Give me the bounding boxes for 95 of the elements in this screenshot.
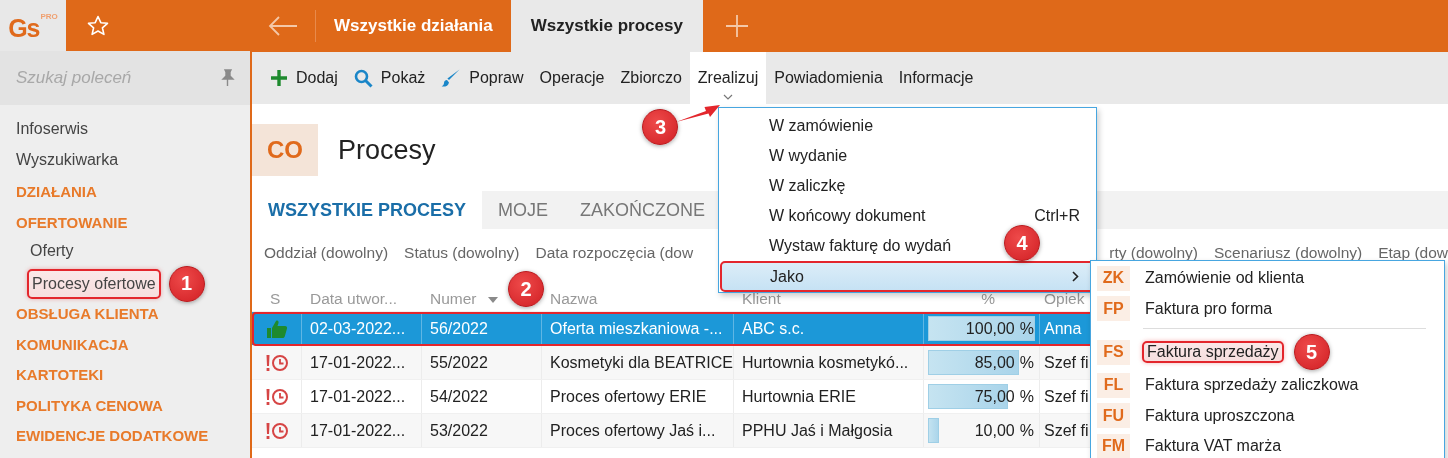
filter-dropdown[interactable]: Status (dowolny) [404,244,520,262]
table-cell: 56/2022 [422,312,542,345]
filter-dropdown[interactable]: Oddział (dowolny) [264,244,389,262]
toolbar-button[interactable]: Operacje [531,52,613,104]
percent-value: 10,00 [974,421,1015,440]
menu-item-label: Faktura sprzedaży zaliczkowa [1144,376,1360,395]
tab[interactable]: Wszystkie procesy [510,0,703,52]
callout-number: 2 [508,271,544,307]
document-type-badge: ZK [1097,265,1130,291]
shortcut-label: Ctrl+R [1034,207,1080,225]
table-cell: Proces ofertowy ERIE [542,380,734,413]
table-cell: 17-01-2022... [302,346,422,379]
menu-item[interactable]: FL Faktura sprzedaży zaliczkowa [1097,370,1362,401]
nav-link[interactable]: Wyszukiwarka [16,146,119,173]
callout-number: 1 [168,265,205,302]
table-cell: Hurtownia ERIE [734,380,924,413]
sort-caret-icon [488,297,498,303]
table-cell-text: Szef fi [1043,420,1090,441]
menu-item-label: Faktura sprzedaży [1142,341,1284,363]
table-cell: 02-03-2022... [302,312,422,345]
table-cell: ABC s.c. [734,312,924,345]
module-badge: CO [252,124,318,176]
percent-unit: % [1019,319,1035,338]
menu-item[interactable]: W wydanie [769,147,848,164]
table-cell: PPHU Jaś i Małgosia [734,414,924,447]
new-tab-icon[interactable] [724,14,749,38]
menu-item[interactable]: W końcowy dokument [769,207,926,224]
edition-label: PRO [40,12,58,21]
callout-number: 5 [1293,334,1330,370]
pointer-arrow [676,105,721,123]
nav-link[interactable]: Infoserwis [16,116,89,142]
table-cell: 53/2022 [422,414,542,447]
menu-item-label: Zamówienie od klienta [1144,269,1306,288]
menu-item[interactable]: Wystaw fakturę do wydań [769,237,952,254]
back-arrow-icon[interactable] [267,16,298,36]
toolbar-button[interactable]: Informacje [890,52,982,104]
menu-item[interactable]: FM Faktura VAT marża [1097,431,1285,458]
app-logo: Gs [8,13,40,43]
pin-icon[interactable] [220,69,236,87]
table-cell: 17-01-2022... [302,414,422,447]
toolbar-button[interactable]: Zrealizuj [689,52,767,104]
table-cell-text: Szef fi [1043,352,1090,373]
thumbs-up-icon [265,318,288,339]
overdue-clock-icon [264,353,289,372]
table-cell: 17-01-2022... [302,380,422,413]
page-title: Procesy [338,134,436,166]
search-icon [353,68,373,88]
brush-icon [441,68,462,88]
table-cell: Oferta mieszkaniowa -... [542,312,734,345]
filter-dropdown[interactable]: Data rozpoczęcia (dow [535,244,694,262]
toolbar-button[interactable]: Pokaż [345,52,434,104]
menu-item-label: Faktura uproszczona [1144,406,1296,425]
table-cell-text: Szef fi [1043,386,1090,407]
percent-value: 75,00 [974,387,1015,406]
search-field[interactable]: Szukaj poleceń [16,68,212,88]
document-type-badge: FL [1097,372,1130,398]
star-icon[interactable] [86,14,110,38]
table-cell: Proces ofertowy Jaś i... [542,414,734,447]
menu-item[interactable]: ZK Zamówienie od klienta [1097,263,1308,294]
document-type-badge: FS [1097,339,1130,365]
table-cell: Kosmetyki dla BEATRICE [542,346,734,379]
percent-unit: % [1019,421,1035,440]
overdue-clock-icon [264,421,289,440]
plus-icon [270,69,288,87]
menu-item-label: Faktura pro forma [1144,299,1274,318]
filter-dropdown[interactable]: Scenariusz (dowolny) [1214,244,1363,262]
filter-dropdown[interactable]: Etap (dow [1378,244,1448,262]
menu-item[interactable]: FP Faktura pro forma [1097,293,1276,324]
callout-number: 3 [642,109,679,145]
table-cell: 54/2022 [422,380,542,413]
menu-item[interactable]: W zamówienie [769,117,874,134]
document-type-badge: FM [1097,433,1130,458]
nav-link[interactable]: Oferty [27,238,77,264]
toolbar-button[interactable]: Dodaj [262,52,346,104]
overdue-clock-icon [264,387,289,406]
caret-icon [723,94,734,100]
percent-unit: % [1019,387,1035,406]
callout-number: 4 [1004,225,1040,261]
percent-unit: % [1019,353,1035,372]
percent-value: 85,00 [974,353,1015,372]
table-cell: Hurtownia kosmetykó... [734,346,924,379]
table-cell-text: Anna [1043,318,1083,339]
view-tab[interactable]: WSZYSTKIE PROCESY [252,191,483,229]
table-cell: 55/2022 [422,346,542,379]
toolbar-button[interactable]: Powiadomienia [766,52,891,104]
menu-item[interactable]: FS Faktura sprzedaży [1097,336,1284,368]
document-type-badge: FP [1097,296,1130,322]
percent-value: 100,00 [965,319,1015,338]
toolbar-button[interactable]: Popraw [433,52,532,104]
document-type-badge: FU [1097,403,1130,429]
search-box[interactable]: Szukaj poleceń [0,51,250,105]
menu-item[interactable]: FU Faktura uproszczona [1097,400,1298,431]
menu-item[interactable]: W zaliczkę [769,177,846,194]
menu-item-label: Faktura VAT marża [1144,437,1283,456]
toolbar-button[interactable]: Zbiorczo [612,52,690,104]
